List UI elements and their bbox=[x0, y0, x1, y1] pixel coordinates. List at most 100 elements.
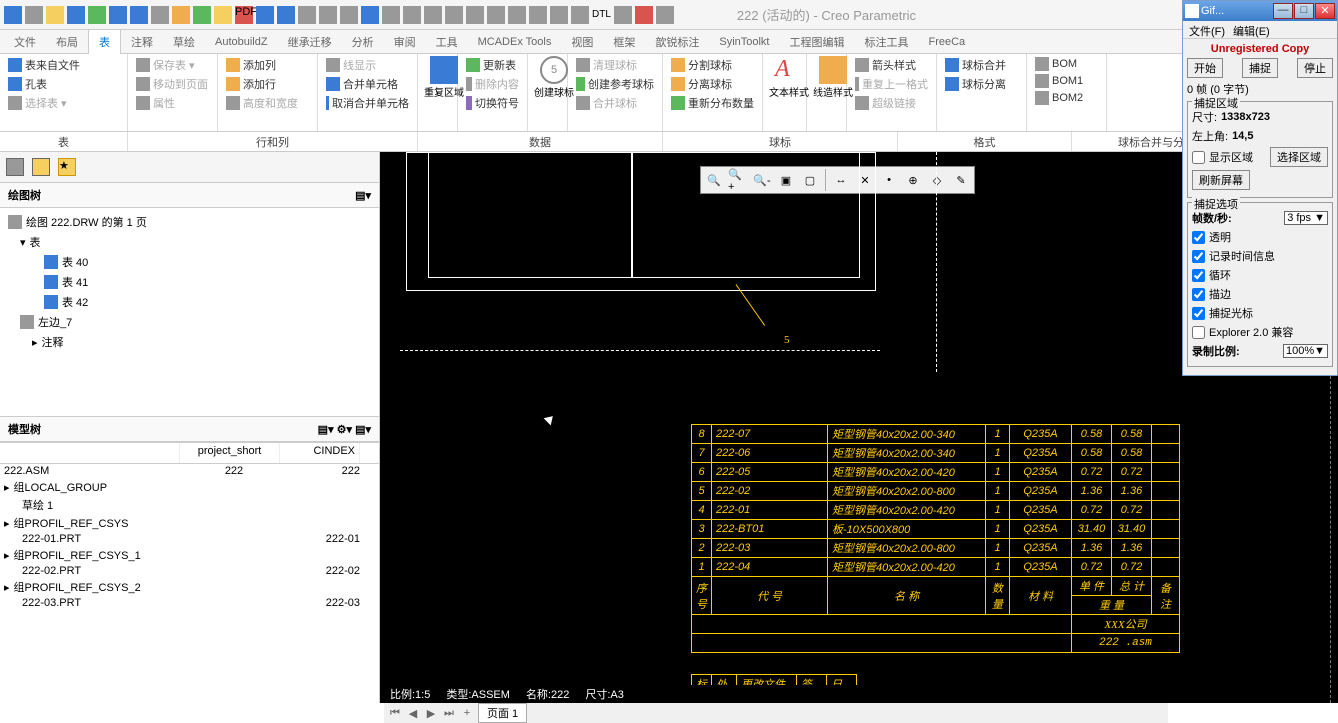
tab-freeca[interactable]: FreeCa bbox=[919, 32, 976, 52]
tool5-icon[interactable] bbox=[445, 6, 463, 24]
window-icon[interactable] bbox=[319, 6, 337, 24]
tab-icon1[interactable] bbox=[6, 158, 24, 176]
next-page-icon[interactable]: ▶ bbox=[424, 707, 438, 720]
fps-select[interactable]: 3 fps ▼ bbox=[1284, 211, 1328, 225]
tree-item[interactable]: ▸ 注释 bbox=[4, 332, 375, 352]
table-row[interactable]: 2222-03矩型钢管40x20x2.00-8001Q235A1.361.36 bbox=[692, 539, 1180, 558]
table-row[interactable]: 3222-BT01板-10X500X8001Q235A31.4031.40 bbox=[692, 520, 1180, 539]
tool12-icon[interactable] bbox=[614, 6, 632, 24]
minimize-icon[interactable]: — bbox=[1273, 3, 1293, 19]
close-win-icon[interactable] bbox=[340, 6, 358, 24]
btn-arrow-style[interactable]: 箭头样式 bbox=[853, 56, 930, 74]
tab-syin[interactable]: SyinToolkt bbox=[709, 32, 779, 52]
gif-menu-file[interactable]: 文件(F) bbox=[1189, 23, 1225, 36]
regen-icon[interactable] bbox=[298, 6, 316, 24]
table-row[interactable]: 4222-01矩型钢管40x20x2.00-4201Q235A0.720.72 bbox=[692, 501, 1180, 520]
tab-table[interactable]: 表 bbox=[88, 29, 121, 54]
prev-page-icon[interactable]: ◀ bbox=[406, 707, 420, 720]
btn-props[interactable]: 属性 bbox=[134, 94, 211, 112]
loop-checkbox[interactable] bbox=[1192, 269, 1205, 282]
refresh-button[interactable]: 刷新屏幕 bbox=[1192, 170, 1250, 190]
tool6-icon[interactable] bbox=[466, 6, 484, 24]
btn-redist-qty[interactable]: 重新分布数量 bbox=[669, 94, 756, 112]
btn-unmerge-cells[interactable]: 取消合并单元格 bbox=[324, 94, 411, 112]
close-icon[interactable]: ✕ bbox=[1315, 3, 1335, 19]
tool11-icon[interactable] bbox=[571, 6, 589, 24]
tool13-icon[interactable] bbox=[656, 6, 674, 24]
tab-mcadex[interactable]: MCADEx Tools bbox=[468, 32, 562, 52]
save-as-icon[interactable] bbox=[88, 6, 106, 24]
tree-item[interactable]: ▾ 表 bbox=[4, 232, 375, 252]
tab-autobuild[interactable]: AutobuildZ bbox=[205, 32, 278, 52]
btn-line-display[interactable]: 线显示 bbox=[324, 56, 411, 74]
tab-tools[interactable]: 工具 bbox=[426, 30, 468, 54]
model-row[interactable]: 222-03.PRT222-03 bbox=[0, 596, 379, 610]
add-page-icon[interactable]: + bbox=[460, 707, 474, 719]
app-icon[interactable] bbox=[4, 6, 22, 24]
tool3-icon[interactable] bbox=[403, 6, 421, 24]
btn-detach-balloon[interactable]: 分离球标 bbox=[669, 75, 756, 93]
btn-bom[interactable]: BOM bbox=[1033, 56, 1100, 72]
btn-move-page[interactable]: 移动到页面 bbox=[134, 75, 211, 93]
scale-select[interactable]: 100%▼ bbox=[1283, 344, 1328, 358]
btn-table-from-file[interactable]: 表来自文件 bbox=[6, 56, 121, 74]
table-row[interactable]: 1222-04矩型钢管40x20x2.00-4201Q235A0.720.72 bbox=[692, 558, 1180, 577]
tree-item[interactable]: 左边_7 bbox=[4, 312, 375, 332]
btn-height-width[interactable]: 高度和宽度 bbox=[224, 94, 311, 112]
btn-clean-balloon[interactable]: 清理球标 bbox=[574, 56, 656, 74]
tab-dwgedit[interactable]: 工程图编辑 bbox=[780, 30, 855, 54]
cut-icon[interactable] bbox=[172, 6, 190, 24]
last-page-icon[interactable]: ⏭ bbox=[442, 707, 456, 720]
btn-select-table[interactable]: 选择表▾ bbox=[6, 94, 121, 112]
tab-analysis[interactable]: 分析 bbox=[342, 30, 384, 54]
plane-icon[interactable]: ◇ bbox=[926, 169, 948, 191]
timestamp-checkbox[interactable] bbox=[1192, 250, 1205, 263]
open-icon[interactable] bbox=[46, 6, 64, 24]
start-button[interactable]: 开始 bbox=[1187, 58, 1223, 78]
tool7-icon[interactable] bbox=[487, 6, 505, 24]
redo-icon[interactable] bbox=[277, 6, 295, 24]
btn-update-table[interactable]: 更新表 bbox=[464, 56, 521, 74]
pdf-icon[interactable]: PDF bbox=[235, 6, 253, 24]
btn-balloon-split[interactable]: 球标分离 bbox=[943, 75, 1020, 93]
tab-icon3[interactable]: ★ bbox=[58, 158, 76, 176]
table-row[interactable]: 8222-07矩型钢管40x20x2.00-3401Q235A0.580.58 bbox=[692, 425, 1180, 444]
btn-add-col[interactable]: 添加列 bbox=[224, 56, 311, 74]
btn-repeat-format[interactable]: 重复上一格式 bbox=[853, 75, 930, 93]
tab-annotate[interactable]: 注释 bbox=[121, 30, 163, 54]
model-row[interactable]: ▸ 组LOCAL_GROUP bbox=[0, 478, 379, 496]
tree-item[interactable]: 表 42 bbox=[4, 292, 375, 312]
btn-toggle-symbol[interactable]: 切换符号 bbox=[464, 94, 521, 112]
tab-layout[interactable]: 布局 bbox=[46, 30, 88, 54]
csys-icon[interactable]: ⊕ bbox=[902, 169, 924, 191]
outline-checkbox[interactable] bbox=[1192, 288, 1205, 301]
delete-icon[interactable] bbox=[635, 6, 653, 24]
btn-hole-table[interactable]: 孔表 bbox=[6, 75, 121, 93]
model-row[interactable]: ▸ 组PROFIL_REF_CSYS bbox=[0, 514, 379, 532]
table-row[interactable]: 6222-05矩型钢管40x20x2.00-4201Q235A0.720.72 bbox=[692, 463, 1180, 482]
tool8-icon[interactable] bbox=[508, 6, 526, 24]
maximize-icon[interactable]: □ bbox=[1294, 3, 1314, 19]
btn-delete-content[interactable]: 删除内容 bbox=[464, 75, 521, 93]
tab-review[interactable]: 审阅 bbox=[384, 30, 426, 54]
print-icon[interactable] bbox=[151, 6, 169, 24]
btn-split-balloon[interactable]: 分割球标 bbox=[669, 56, 756, 74]
table-row[interactable]: 7222-06矩型钢管40x20x2.00-3401Q235A0.580.58 bbox=[692, 444, 1180, 463]
tab-dimtool[interactable]: 标注工具 bbox=[855, 30, 919, 54]
tool9-icon[interactable] bbox=[529, 6, 547, 24]
explorer-checkbox[interactable] bbox=[1192, 326, 1205, 339]
model-row[interactable]: ▸ 组PROFIL_REF_CSYS_1 bbox=[0, 546, 379, 564]
tab-xinrui[interactable]: 歆锐标注 bbox=[645, 30, 709, 54]
btn-save-table[interactable]: 保存表▾ bbox=[134, 56, 211, 74]
tab-inherit[interactable]: 继承迁移 bbox=[278, 30, 342, 54]
btn-merge-cells[interactable]: 合并单元格 bbox=[324, 75, 411, 93]
first-page-icon[interactable]: ⏮ bbox=[388, 707, 402, 720]
new-icon[interactable] bbox=[25, 6, 43, 24]
gif-menu-edit[interactable]: 编辑(E) bbox=[1233, 23, 1270, 36]
btn-bom2[interactable]: BOM2 bbox=[1033, 90, 1100, 106]
tool4-icon[interactable] bbox=[424, 6, 442, 24]
btn-hyperlink[interactable]: 超级链接 bbox=[853, 94, 930, 112]
btn-add-row[interactable]: 添加行 bbox=[224, 75, 311, 93]
btn-balloon-merge[interactable]: 球标合并 bbox=[943, 56, 1020, 74]
tab-view[interactable]: 视图 bbox=[561, 30, 603, 54]
